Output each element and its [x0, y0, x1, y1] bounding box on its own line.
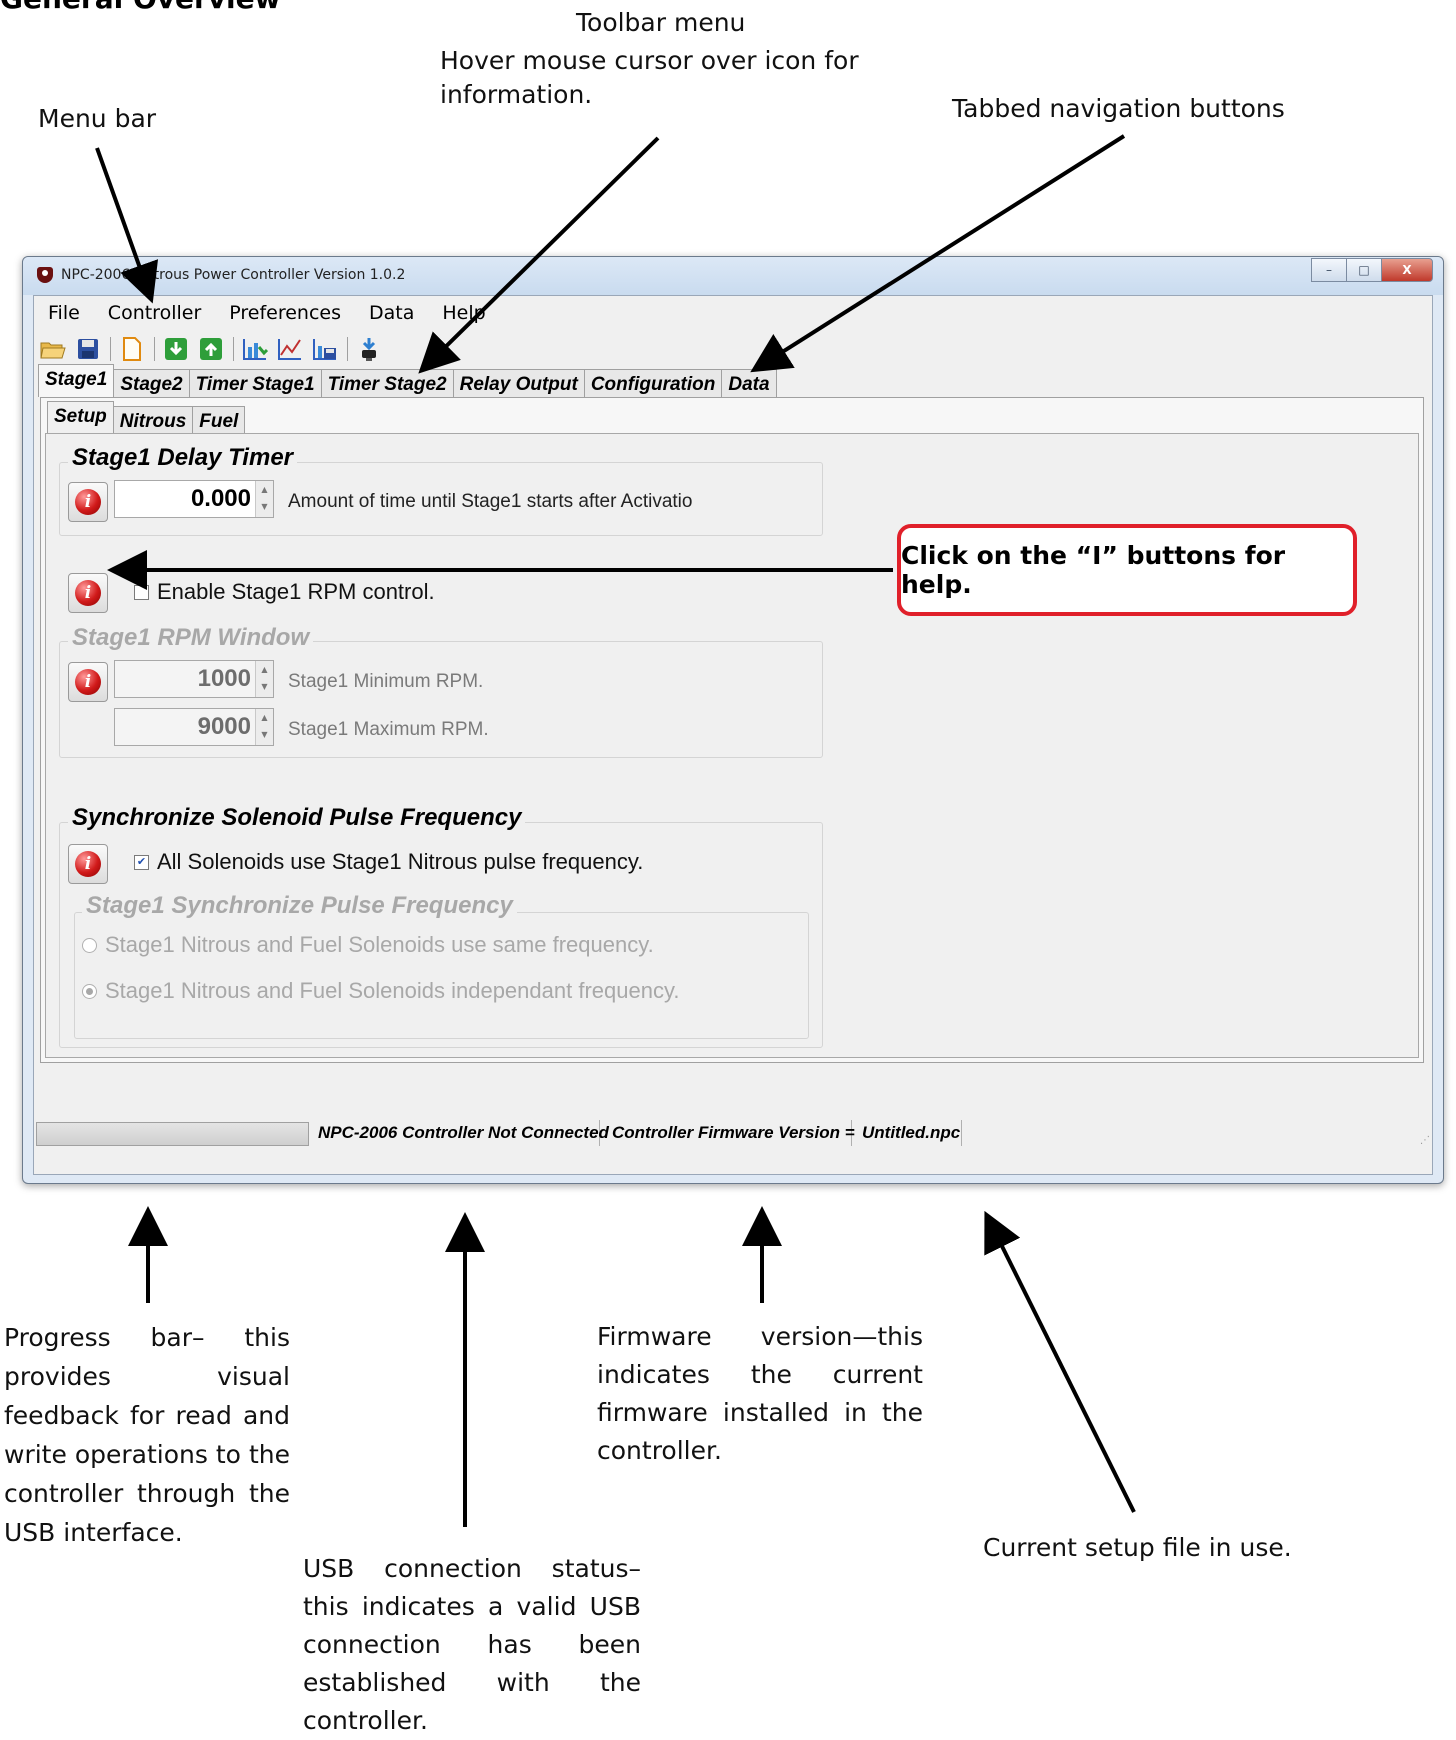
sync-title: Synchronize Solenoid Pulse Frequency — [68, 804, 526, 832]
open-folder-icon[interactable] — [40, 336, 66, 362]
max-rpm-label: Stage1 Maximum RPM. — [288, 719, 489, 740]
upload-green-icon[interactable] — [198, 336, 224, 362]
toolbar-hint-annotation: Hover mouse cursor over icon for informa… — [440, 46, 859, 109]
spinner-arrows-icon[interactable]: ▲ ▼ — [255, 481, 273, 517]
toolbar-separator — [110, 337, 111, 361]
toolbar — [40, 334, 391, 364]
toolbar-separator — [154, 337, 155, 361]
toolbar-separator — [233, 337, 234, 361]
maximize-button[interactable]: □ — [1346, 258, 1382, 282]
application-window: NPC-2006, Nitrous Power Controller Versi… — [22, 256, 1444, 1184]
subtab-nitrous[interactable]: Nitrous — [112, 406, 194, 433]
resize-grip-icon[interactable]: ⋰ — [1416, 1134, 1430, 1148]
read-chart-icon[interactable] — [242, 336, 268, 362]
menu-file[interactable]: File — [34, 298, 94, 328]
min-rpm-spinner[interactable]: 1000 ▲ ▼ — [114, 660, 274, 698]
sync-checkbox[interactable]: ✔ All Solenoids use Stage1 Nitrous pulse… — [134, 849, 643, 875]
sync-frequency-title: Stage1 Synchronize Pulse Frequency — [82, 892, 517, 920]
progress-bar — [36, 1122, 309, 1146]
menu-data[interactable]: Data — [355, 298, 428, 328]
checkbox-box[interactable]: ✔ — [134, 854, 149, 870]
firmware-annotation: Firmware version—this indicates the curr… — [597, 1322, 923, 1465]
main-tabs: Stage1 Stage2 Timer Stage1 Timer Stage2 … — [38, 364, 777, 397]
usb-status-annotation: USB connection status– this indicates a … — [303, 1554, 641, 1735]
tab-relay-output[interactable]: Relay Output — [452, 369, 585, 397]
toolbar-menu-annotation: Toolbar menu — [576, 8, 746, 37]
checkbox-box[interactable] — [134, 584, 149, 600]
delay-timer-description: Amount of time until Stage1 starts after… — [288, 491, 693, 512]
subtab-fuel[interactable]: Fuel — [192, 406, 246, 433]
title-bar[interactable]: NPC-2006, Nitrous Power Controller Versi… — [23, 257, 1443, 295]
firmware-version: Controller Firmware Version = — [606, 1120, 855, 1146]
min-rpm-label: Stage1 Minimum RPM. — [288, 671, 484, 692]
tab-timer-stage2[interactable]: Timer Stage2 — [320, 369, 454, 397]
help-callout: Click on the “I” buttons for help. — [897, 524, 1357, 616]
radio-independent-frequency[interactable]: Stage1 Nitrous and Fuel Solenoids indepe… — [82, 978, 679, 1004]
menu-help[interactable]: Help — [428, 298, 499, 328]
tab-timer-stage1[interactable]: Timer Stage1 — [188, 369, 322, 397]
tab-stage1[interactable]: Stage1 — [38, 364, 115, 397]
close-button[interactable]: X — [1381, 258, 1433, 282]
download-green-icon[interactable] — [163, 336, 189, 362]
usb-plug-icon[interactable] — [356, 336, 382, 362]
info-icon: i — [75, 669, 101, 695]
progress-bar-annotation: Progress bar– this provides visual feedb… — [4, 1323, 290, 1547]
rpm-window-title: Stage1 RPM Window — [68, 624, 314, 652]
rpm-window-info-button[interactable]: i — [68, 662, 108, 702]
radio-button[interactable] — [82, 983, 97, 999]
menu-bar: File Controller Preferences Data Help — [34, 298, 500, 328]
current-file: Untitled.npc — [856, 1120, 962, 1146]
rpm-control-label: Enable Stage1 RPM control. — [157, 579, 435, 604]
line-chart-icon[interactable] — [277, 336, 303, 362]
info-icon: i — [75, 489, 101, 515]
info-icon: i — [75, 580, 101, 606]
sync-checkbox-label: All Solenoids use Stage1 Nitrous pulse f… — [157, 849, 644, 874]
tab-configuration[interactable]: Configuration — [583, 369, 723, 397]
page-heading: General Overview — [0, 0, 281, 15]
sync-info-button[interactable]: i — [68, 844, 108, 884]
menu-preferences[interactable]: Preferences — [215, 298, 355, 328]
sub-tabs: Setup Nitrous Fuel — [47, 401, 246, 433]
menu-controller[interactable]: Controller — [94, 298, 215, 328]
save-disk-icon[interactable] — [75, 336, 101, 362]
setup-file-arrow — [984, 1210, 1136, 1513]
delay-timer-info-button[interactable]: i — [68, 482, 108, 522]
minimize-button[interactable]: – — [1311, 258, 1347, 282]
menu-bar-annotation: Menu bar — [38, 104, 157, 133]
save-chart-icon[interactable] — [312, 336, 338, 362]
spinner-arrows-icon[interactable]: ▲ ▼ — [255, 709, 273, 745]
status-bar: NPC-2006 Controller Not Connected Contro… — [34, 1114, 1432, 1150]
info-icon: i — [75, 851, 101, 877]
delay-timer-title: Stage1 Delay Timer — [68, 444, 298, 472]
setup-file-annotation: Current setup file in use. — [983, 1533, 1292, 1562]
client-area: File Controller Preferences Data Help St… — [33, 295, 1433, 1175]
max-rpm-value: 9000 — [197, 713, 251, 740]
rpm-control-info-button[interactable]: i — [68, 573, 108, 613]
max-rpm-spinner[interactable]: 9000 ▲ ▼ — [114, 708, 274, 746]
window-title: NPC-2006, Nitrous Power Controller Versi… — [61, 267, 406, 283]
radio-same-frequency[interactable]: Stage1 Nitrous and Fuel Solenoids use sa… — [82, 932, 654, 958]
tabbed-navigation-annotation: Tabbed navigation buttons — [952, 94, 1285, 123]
connection-status: NPC-2006 Controller Not Connected — [312, 1120, 609, 1146]
tab-data[interactable]: Data — [721, 369, 777, 397]
radio-button[interactable] — [82, 937, 97, 953]
radio-independent-label: Stage1 Nitrous and Fuel Solenoids indepe… — [105, 978, 680, 1003]
delay-timer-spinner[interactable]: 0.000 ▲ ▼ — [114, 480, 274, 518]
tab-stage2[interactable]: Stage2 — [113, 369, 190, 397]
new-file-icon[interactable] — [119, 336, 145, 362]
subtab-setup[interactable]: Setup — [47, 401, 114, 433]
app-logo-icon — [37, 267, 53, 283]
delay-timer-value: 0.000 — [190, 485, 251, 512]
toolbar-separator — [347, 337, 348, 361]
rpm-control-checkbox[interactable]: Enable Stage1 RPM control. — [134, 579, 435, 605]
radio-same-label: Stage1 Nitrous and Fuel Solenoids use sa… — [105, 932, 654, 957]
min-rpm-value: 1000 — [197, 665, 251, 692]
tab-panel: Setup Nitrous Fuel Stage1 Delay Timer i … — [40, 397, 1424, 1063]
spinner-arrows-icon[interactable]: ▲ ▼ — [255, 661, 273, 697]
